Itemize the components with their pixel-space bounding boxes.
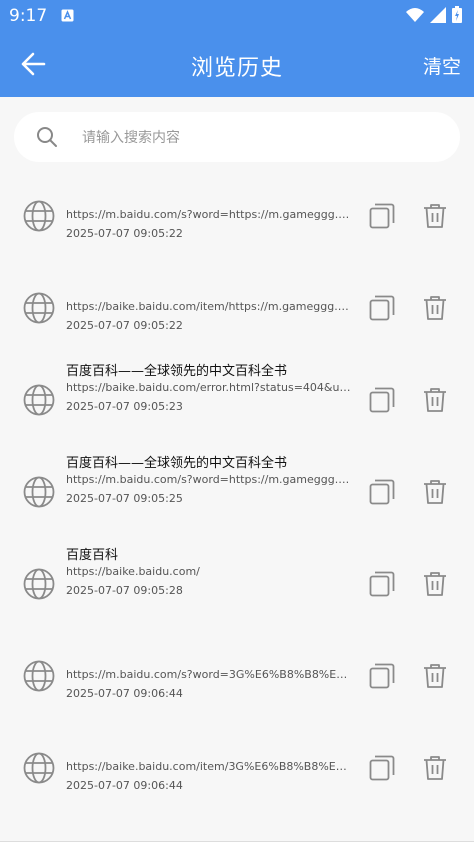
globe-icon bbox=[23, 384, 55, 416]
status-time: 9:17 bbox=[9, 6, 48, 26]
copy-icon[interactable] bbox=[369, 295, 395, 321]
page-title: 浏览历史 bbox=[190, 56, 283, 81]
app-header: 9:17 浏览历史 清空 bbox=[0, 0, 474, 97]
history-item-url: https://baike.baidu.com/error.html?statu… bbox=[66, 381, 351, 394]
battery-icon bbox=[452, 6, 462, 23]
history-item[interactable]: https://m.baidu.com/s?word=https://m.gam… bbox=[0, 170, 474, 260]
history-item-time: 2025-07-07 09:06:44 bbox=[66, 687, 183, 700]
history-item-url: https://m.baidu.com/s?word=3G%E6%B8%B8%E… bbox=[66, 668, 351, 681]
system-icons bbox=[406, 6, 462, 23]
trash-icon[interactable] bbox=[423, 387, 447, 413]
history-item-time: 2025-07-07 09:06:44 bbox=[66, 779, 183, 792]
globe-icon bbox=[23, 476, 55, 508]
history-item-time: 2025-07-07 09:05:22 bbox=[66, 227, 183, 240]
history-item-time: 2025-07-07 09:05:23 bbox=[66, 400, 183, 413]
trash-icon[interactable] bbox=[423, 755, 447, 781]
globe-icon bbox=[23, 568, 55, 600]
clear-button[interactable]: 清空 bbox=[423, 52, 461, 79]
history-item-url: https://m.baidu.com/s?word=https://m.gam… bbox=[66, 208, 351, 221]
copy-icon[interactable] bbox=[369, 755, 395, 781]
history-item[interactable]: 百度百科——全球领先的中文百科全书 https://baike.baidu.com… bbox=[0, 354, 474, 444]
trash-icon[interactable] bbox=[423, 571, 447, 597]
copy-icon[interactable] bbox=[369, 663, 395, 689]
globe-icon bbox=[23, 752, 55, 784]
globe-icon bbox=[23, 292, 55, 324]
copy-icon[interactable] bbox=[369, 203, 395, 229]
trash-icon[interactable] bbox=[423, 295, 447, 321]
trash-icon[interactable] bbox=[423, 479, 447, 505]
history-item[interactable]: 百度百科——全球领先的中文百科全书 https://m.baidu.com/s?w… bbox=[0, 446, 474, 536]
trash-icon[interactable] bbox=[423, 203, 447, 229]
globe-icon bbox=[23, 200, 55, 232]
copy-icon[interactable] bbox=[369, 571, 395, 597]
history-item-url: https://baike.baidu.com/item/https://m.g… bbox=[66, 300, 351, 313]
history-item[interactable]: https://baike.baidu.com/item/3G%E6%B8%B8… bbox=[0, 722, 474, 812]
history-item-time: 2025-07-07 09:05:22 bbox=[66, 319, 183, 332]
search-input[interactable] bbox=[80, 122, 444, 154]
copy-icon[interactable] bbox=[369, 479, 395, 505]
trash-icon[interactable] bbox=[423, 663, 447, 689]
history-item-time: 2025-07-07 09:05:25 bbox=[66, 492, 183, 505]
history-item-url: https://m.baidu.com/s?word=https://m.gam… bbox=[66, 473, 351, 486]
history-item[interactable]: https://baike.baidu.com/item/https://m.g… bbox=[0, 262, 474, 352]
globe-icon bbox=[23, 660, 55, 692]
history-item-url: https://baike.baidu.com/item/3G%E6%B8%B8… bbox=[66, 760, 351, 773]
history-item-title: 百度百科——全球领先的中文百科全书 bbox=[66, 364, 288, 379]
history-item-url: https://baike.baidu.com/ bbox=[66, 565, 200, 578]
toolbar: 浏览历史 清空 bbox=[0, 32, 474, 97]
search-bar[interactable] bbox=[14, 112, 460, 162]
notification-icon bbox=[61, 9, 74, 22]
wifi-icon bbox=[406, 7, 424, 22]
history-item-title: 百度百科——全球领先的中文百科全书 bbox=[66, 456, 288, 471]
copy-icon[interactable] bbox=[369, 387, 395, 413]
history-item-title: 百度百科 bbox=[66, 548, 119, 563]
history-item[interactable]: https://m.baidu.com/s?word=3G%E6%B8%B8%E… bbox=[0, 630, 474, 720]
history-item-time: 2025-07-07 09:05:28 bbox=[66, 584, 183, 597]
status-bar: 9:17 bbox=[0, 0, 474, 32]
signal-icon bbox=[430, 6, 446, 23]
history-item[interactable]: 百度百科 https://baike.baidu.com/2025-07-07 0… bbox=[0, 538, 474, 628]
search-icon bbox=[37, 127, 57, 147]
